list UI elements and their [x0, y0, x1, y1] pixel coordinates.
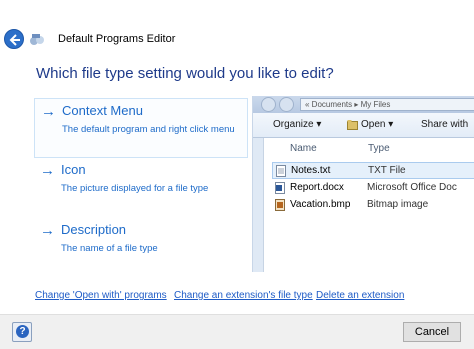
preview-share: Share with [421, 119, 469, 130]
back-button[interactable] [4, 29, 24, 49]
file-name: Vacation.bmp [290, 199, 351, 210]
option-icon[interactable]: → Icon The picture displayed for a file … [34, 158, 248, 216]
file-type: TXT File [368, 165, 406, 176]
option-description: The picture displayed for a file type [61, 183, 209, 194]
page-heading: Which file type setting would you like t… [36, 65, 334, 82]
preview-file-list: Name Type Notes.txt TXT File Report.docx… [263, 138, 474, 272]
file-row: Report.docx Microsoft Office Doc [272, 180, 474, 197]
open-folder-icon [347, 120, 358, 130]
explorer-preview: « Documents ▸ My Files Organize ▾ Open ▾… [252, 96, 474, 272]
title-bar: Default Programs Editor [0, 0, 474, 56]
help-icon: ? [16, 325, 29, 338]
delete-extension-link[interactable]: Delete an extension [316, 290, 404, 301]
window-title: Default Programs Editor [58, 33, 176, 45]
option-title: Context Menu [62, 103, 143, 118]
file-name: Notes.txt [291, 165, 331, 176]
preview-open: Open ▾ [361, 119, 394, 130]
option-context-menu[interactable]: → Context Menu The default program and r… [34, 98, 248, 158]
file-row: Vacation.bmp Bitmap image [272, 197, 474, 214]
cancel-button[interactable]: Cancel [403, 322, 461, 342]
option-title: Icon [61, 162, 86, 177]
option-description: The default program and right click menu [62, 124, 235, 135]
file-name: Report.docx [290, 182, 344, 193]
option-title: Description [61, 222, 127, 237]
file-type: Microsoft Office Doc [367, 182, 457, 193]
text-file-icon [276, 165, 286, 177]
preview-back-icon [261, 97, 276, 112]
column-header-type: Type [368, 143, 390, 154]
column-header-name: Name [290, 143, 317, 154]
preview-address-bar-area: « Documents ▸ My Files [253, 96, 474, 113]
preview-toolbar: Organize ▾ Open ▾ Share with [253, 113, 474, 138]
preview-organize: Organize ▾ [273, 119, 322, 130]
back-arrow-icon [9, 34, 20, 46]
change-extension-type-link[interactable]: Change an extension's file type [174, 290, 313, 301]
option-description: The name of a file type [61, 243, 158, 254]
arrow-right-icon: → [41, 103, 56, 120]
file-row: Notes.txt TXT File [272, 162, 474, 179]
preview-forward-icon [279, 97, 294, 112]
preview-address: « Documents ▸ My Files [300, 98, 474, 111]
change-open-with-link[interactable]: Change 'Open with' programs [35, 290, 167, 301]
footer-bar: ? Cancel [0, 314, 474, 349]
help-button[interactable]: ? [12, 322, 32, 342]
arrow-right-icon: → [40, 222, 55, 239]
word-file-icon [275, 182, 285, 194]
file-type: Bitmap image [367, 199, 429, 210]
action-links: Change 'Open with' programs Change an ex… [0, 290, 474, 304]
arrow-right-icon: → [40, 162, 55, 179]
option-description[interactable]: → Description The name of a file type [34, 218, 248, 276]
image-file-icon [275, 199, 285, 211]
default-programs-app-icon [30, 34, 44, 45]
